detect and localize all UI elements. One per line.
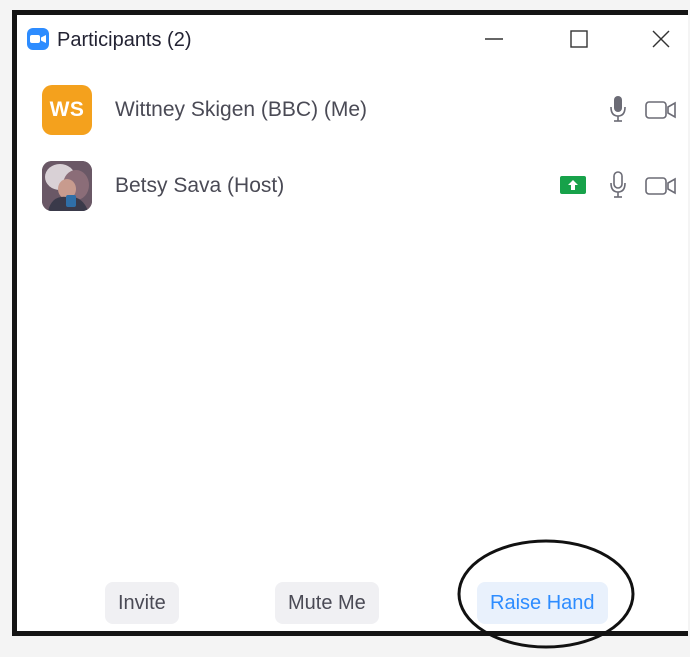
avatar [42,161,92,211]
close-icon [652,30,670,48]
mute-me-button[interactable]: Mute Me [275,582,379,624]
video-camera-icon[interactable] [645,177,677,195]
window-title: Participants (2) [57,29,192,51]
minimize-icon [485,38,503,40]
invite-button[interactable]: Invite [105,582,179,624]
participant-row[interactable]: WS Wittney Skigen (BBC) (Me) [17,70,688,146]
avatar-initials: WS [49,98,85,121]
raise-hand-button[interactable]: Raise Hand [477,582,608,624]
participants-window: Participants (2) WS Wittney Skigen (BBC)… [12,10,688,636]
zoom-app-icon [27,28,49,50]
participant-list: WS Wittney Skigen (BBC) (Me) Betsy Sava … [17,70,688,222]
profile-photo-icon [42,161,92,211]
participant-name: Wittney Skigen (BBC) (Me) [115,98,368,121]
participant-name: Betsy Sava (Host) [115,174,285,197]
video-camera-icon[interactable] [645,101,677,119]
maximize-icon [570,30,588,48]
minimize-button[interactable] [472,21,516,57]
raised-hand-badge [560,176,586,194]
maximize-button[interactable] [557,21,601,57]
microphone-icon[interactable] [609,171,627,199]
microphone-icon[interactable] [609,95,627,123]
title-bar: Participants (2) [17,15,688,67]
raised-hand-icon [568,180,578,190]
avatar: WS [42,85,92,135]
close-button[interactable] [639,21,683,57]
participant-row[interactable]: Betsy Sava (Host) [17,146,688,222]
